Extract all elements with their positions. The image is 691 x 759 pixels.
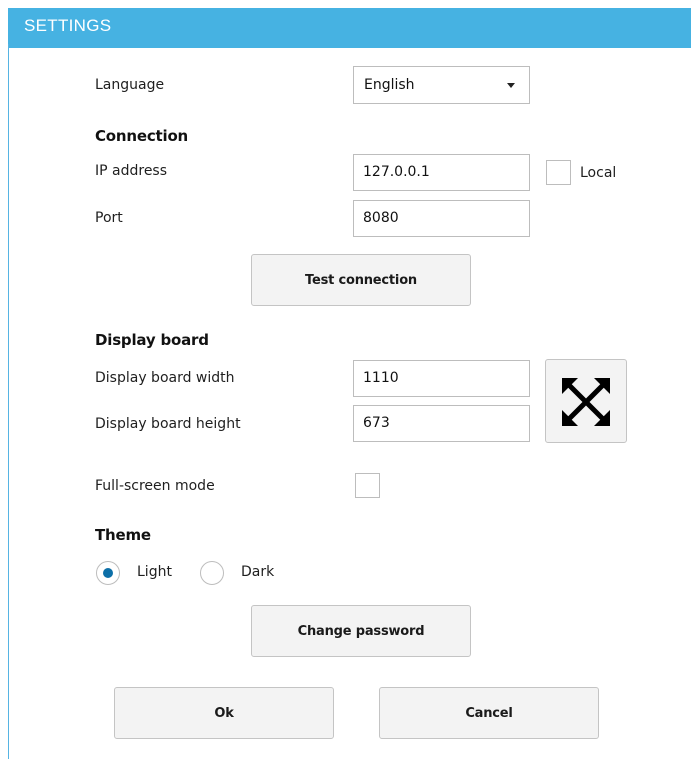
settings-window: SETTINGS Language English Connection IP …: [0, 0, 691, 759]
display-board-width-input[interactable]: 1110: [353, 360, 530, 397]
radio-selected-dot: [103, 568, 113, 578]
ip-address-input[interactable]: 127.0.0.1: [353, 154, 530, 191]
display-board-heading: Display board: [95, 331, 209, 349]
ip-address-label: IP address: [95, 163, 168, 179]
change-password-button[interactable]: Change password: [251, 605, 471, 657]
display-board-height-input[interactable]: 673: [353, 405, 530, 442]
theme-dark-radio[interactable]: [200, 561, 224, 585]
theme-heading: Theme: [95, 526, 151, 544]
test-connection-button[interactable]: Test connection: [251, 254, 471, 306]
theme-light-radio[interactable]: [96, 561, 120, 585]
local-label: Local: [580, 165, 617, 181]
language-label: Language: [95, 77, 165, 93]
chevron-down-icon: [507, 83, 515, 88]
connection-heading: Connection: [95, 127, 189, 145]
theme-light-label: Light: [137, 564, 172, 580]
port-input[interactable]: 8080: [353, 200, 530, 237]
expand-arrows-icon: [562, 378, 610, 426]
window-left-border: [8, 44, 9, 759]
title-bar: SETTINGS: [8, 8, 691, 48]
fullscreen-mode-label: Full-screen mode: [95, 478, 215, 494]
ok-button[interactable]: Ok: [114, 687, 334, 739]
window-title: SETTINGS: [24, 16, 112, 35]
fullscreen-mode-checkbox[interactable]: [355, 473, 380, 498]
local-checkbox[interactable]: [546, 160, 571, 185]
display-board-width-label: Display board width: [95, 370, 235, 386]
language-selected-value: English: [364, 77, 415, 93]
cancel-button[interactable]: Cancel: [379, 687, 599, 739]
theme-dark-label: Dark: [241, 564, 275, 580]
language-select[interactable]: English: [353, 66, 530, 104]
display-board-height-label: Display board height: [95, 416, 241, 432]
port-label: Port: [95, 210, 123, 226]
fullscreen-toggle-button[interactable]: [545, 359, 627, 443]
